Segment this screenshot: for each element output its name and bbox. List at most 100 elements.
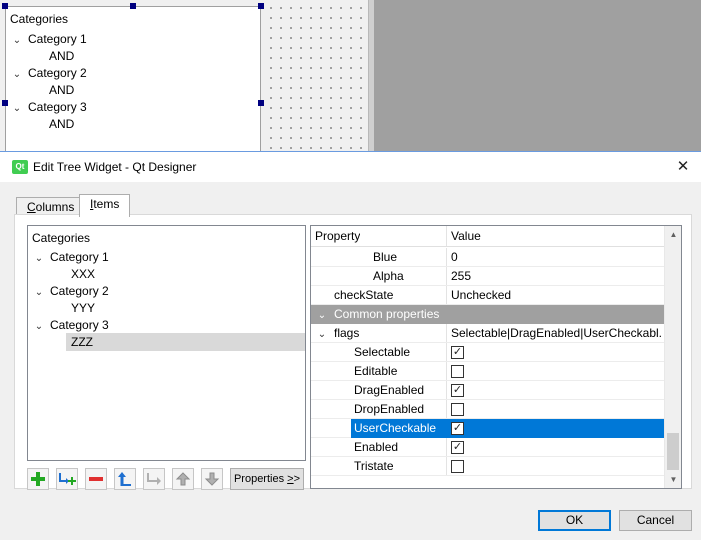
move-up-icon [175,472,191,486]
property-name: Enabled [354,440,399,454]
form-tree-item[interactable]: ⌄ Category 2 [10,65,87,82]
flag-checkbox[interactable]: ✓ [451,422,464,435]
property-name: DropEnabled [354,402,425,416]
items-tree-header: Categories [32,231,91,245]
property-row[interactable]: Alpha 255 [311,267,664,286]
resize-handle[interactable] [258,100,264,106]
move-up-button[interactable] [172,468,194,490]
edit-tree-widget-dialog: Qt Edit Tree Widget - Qt Designer ✕ Colu… [0,151,701,540]
items-tab-pane: Categories ⌄ Category 1 XXX ⌄ Category 2 Y… [14,214,692,490]
flag-checkbox[interactable] [451,403,464,416]
form-tree-widget[interactable]: Categories ⌄ Category 1 AND ⌄ Category 2 A… [5,6,261,155]
chevron-down-icon[interactable]: ⌄ [32,284,46,301]
properties-toggle-button[interactable]: Properties >> [230,468,304,490]
resize-handle[interactable] [2,100,8,106]
tree-subitem[interactable]: XXX [71,266,95,283]
move-down-icon [204,472,220,486]
tree-item[interactable]: ⌄ Category 3 [32,317,109,334]
property-value[interactable]: 255 [451,267,471,286]
property-name: UserCheckable [354,421,437,435]
property-value[interactable]: Unchecked [451,286,511,305]
form-tree-item[interactable]: ⌄ Category 3 [10,99,87,116]
dialog-titlebar[interactable]: Qt Edit Tree Widget - Qt Designer ✕ [0,152,701,182]
designer-grid [262,0,374,155]
scroll-down-icon[interactable]: ▼ [665,471,681,488]
new-subitem-button[interactable] [56,468,78,490]
vertical-scrollbar[interactable]: ▲ ▼ [664,226,681,488]
property-editor[interactable]: Property Value Blue 0 Alpha 255 checkSta… [310,225,682,489]
flag-row-tristate[interactable]: Tristate [311,457,664,476]
form-tree-header: Categories [10,12,69,26]
form-tree-subitem[interactable]: AND [49,82,74,99]
resize-handle[interactable] [130,3,136,9]
form-tree-subitem[interactable]: AND [49,48,74,65]
tree-subitem-selected[interactable]: ZZZ [71,334,93,351]
move-right-button[interactable] [143,468,165,490]
selected-row-highlight [66,333,305,351]
property-name: Editable [354,364,398,378]
flag-checkbox[interactable]: ✓ [451,441,464,454]
flag-row-dropenabled[interactable]: DropEnabled [311,400,664,419]
flag-checkbox[interactable] [451,365,464,378]
items-tree[interactable]: Categories ⌄ Category 1 XXX ⌄ Category 2 Y… [27,225,306,461]
close-button[interactable]: ✕ [671,155,695,179]
properties-button-text-end: > [293,473,301,485]
delete-item-icon [89,477,103,481]
property-row[interactable]: checkState Unchecked [311,286,664,305]
property-name: Tristate [354,459,394,473]
ok-button[interactable]: OK [538,510,611,531]
flag-row-editable[interactable]: Editable [311,362,664,381]
scrollbar-thumb[interactable] [667,433,679,470]
flag-checkbox[interactable] [451,460,464,473]
column-divider [446,226,447,246]
resize-handle[interactable] [2,3,8,9]
resize-handle[interactable] [258,3,264,9]
header-property[interactable]: Property [315,227,360,246]
form-tree-subitem[interactable]: AND [49,116,74,133]
flag-row-enabled[interactable]: Enabled ✓ [311,438,664,457]
move-down-button[interactable] [201,468,223,490]
new-item-icon [31,472,45,486]
move-left-icon [118,472,131,486]
new-item-button[interactable] [27,468,49,490]
move-left-button[interactable] [114,468,136,490]
move-right-icon [147,473,161,485]
chevron-down-icon[interactable]: ⌄ [315,324,329,343]
delete-item-button[interactable] [85,468,107,490]
column-divider [446,267,447,285]
chevron-down-icon[interactable]: ⌄ [10,66,24,83]
chevron-down-icon[interactable]: ⌄ [32,318,46,335]
category-row[interactable]: ⌄ Common properties [311,305,664,324]
chevron-down-icon[interactable]: ⌄ [10,32,24,49]
property-value[interactable]: 0 [451,248,458,267]
scroll-up-icon[interactable]: ▲ [665,226,681,243]
cancel-button[interactable]: Cancel [619,510,692,531]
column-divider [446,248,447,266]
tab-items[interactable]: Items [79,194,131,217]
qt-designer-icon: Qt [12,160,28,174]
flag-checkbox[interactable]: ✓ [451,384,464,397]
property-name: Blue [373,250,398,264]
property-name: Alpha [373,269,404,283]
properties-button-text: Properties [233,473,288,485]
flag-row-dragenabled[interactable]: DragEnabled ✓ [311,381,664,400]
property-row[interactable]: ⌄ flags Selectable|DragEnabled|UserCheck… [311,324,664,343]
flag-checkbox[interactable]: ✓ [451,346,464,359]
tree-item[interactable]: ⌄ Category 1 [32,249,109,266]
chevron-down-icon[interactable]: ⌄ [10,100,24,117]
header-value[interactable]: Value [451,227,481,246]
form-tree-item[interactable]: ⌄ Category 1 [10,31,87,48]
column-divider [446,457,447,475]
chevron-down-icon[interactable]: ⌄ [32,250,46,267]
flag-row-usercheckable[interactable]: UserCheckable ✓ [311,419,664,438]
flag-row-selectable[interactable]: Selectable ✓ [311,343,664,362]
tree-subitem[interactable]: YYY [71,300,95,317]
dialog-title: Edit Tree Widget - Qt Designer [33,160,197,174]
property-row[interactable]: Blue 0 [311,248,664,267]
property-value[interactable]: Selectable|DragEnabled|UserCheckabl... [451,324,663,343]
form-tree-item-label: Category 2 [28,66,87,80]
chevron-down-icon[interactable]: ⌄ [315,305,329,324]
tree-item[interactable]: ⌄ Category 2 [32,283,109,300]
property-name: Selectable [354,345,411,359]
column-divider [446,438,447,456]
